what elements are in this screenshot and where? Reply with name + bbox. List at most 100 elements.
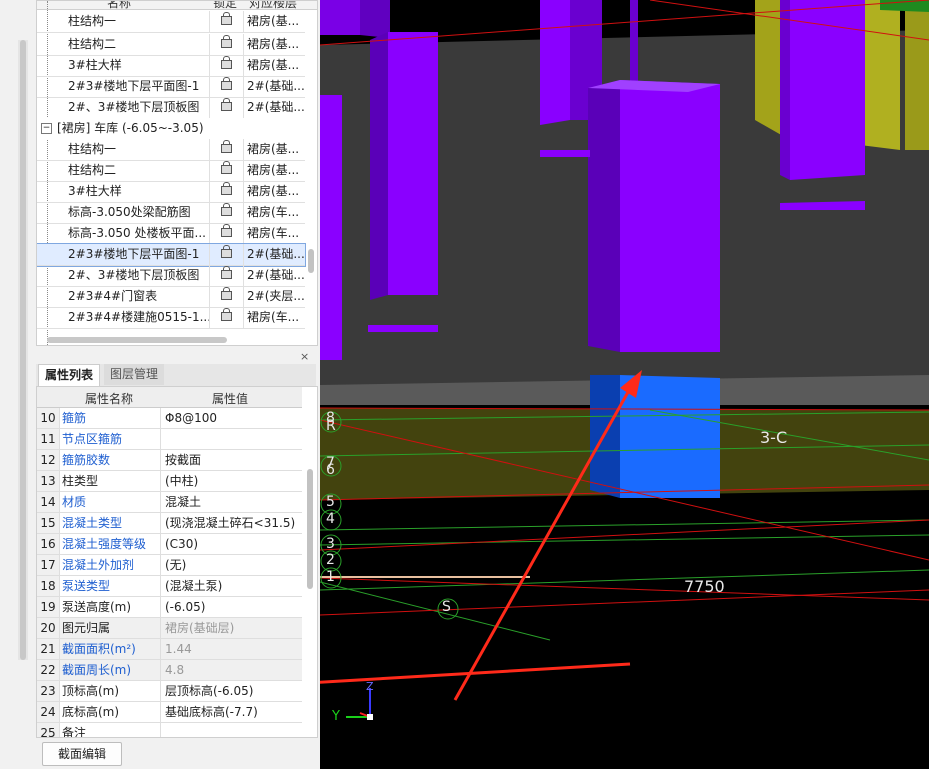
- property-row[interactable]: 23 顶标高(m) 层顶标高(-6.05): [37, 681, 302, 702]
- tab-property-list[interactable]: 属性列表: [38, 364, 101, 386]
- lock-icon[interactable]: [221, 56, 232, 69]
- property-row[interactable]: 22 截面周长(m) 4.8: [37, 660, 302, 681]
- tree-row[interactable]: 2#3#4#楼建施0515-1... 裙房(车...: [37, 307, 305, 329]
- property-scrollbar[interactable]: [305, 409, 315, 729]
- property-name: 截面周长(m): [62, 663, 132, 677]
- property-value[interactable]: (-6.05): [160, 597, 305, 617]
- scene-svg[interactable]: [320, 0, 929, 769]
- property-row[interactable]: 19 泵送高度(m) (-6.05): [37, 597, 302, 618]
- property-row[interactable]: 24 底标高(m) 基础底标高(-7.7): [37, 702, 302, 723]
- property-name: 混凝土强度等级: [62, 537, 147, 551]
- tree-row-name: 标高-3.050 处楼板平面...: [68, 226, 206, 240]
- property-row[interactable]: 18 泵送类型 (混凝土泵): [37, 576, 302, 597]
- property-value[interactable]: (无): [160, 555, 305, 575]
- property-value[interactable]: Φ8@100: [160, 408, 305, 428]
- tree-vscroll-thumb[interactable]: [308, 249, 314, 273]
- tree-row-floor: 裙房(基...: [243, 139, 309, 160]
- property-value[interactable]: (中柱): [160, 471, 305, 491]
- tree-group-label: [裙房] 车库 (-6.05~-3.05): [57, 121, 204, 135]
- column-side: [780, 0, 790, 180]
- tree-row[interactable]: 2#3#4#门窗表 2#(夹层...: [37, 286, 305, 308]
- tree-row-name: 3#柱大样: [68, 184, 122, 198]
- tree-row[interactable]: 柱结构二 裙房(基...: [37, 34, 305, 56]
- tree-row-name: 2#3#4#楼建施0515-1...: [68, 310, 209, 324]
- tree-vertical-scrollbar[interactable]: [307, 9, 315, 329]
- tab-layer-management[interactable]: 图层管理: [104, 364, 165, 385]
- tree-row[interactable]: 2#、3#楼地下层顶板图 2#(基础...: [37, 265, 305, 287]
- property-value[interactable]: 层顶标高(-6.05): [160, 681, 305, 701]
- property-value[interactable]: 混凝土: [160, 492, 305, 512]
- property-value[interactable]: (C30): [160, 534, 305, 554]
- tree-row-selected[interactable]: 2#3#楼地下层平面图-1 2#(基础...: [37, 243, 306, 267]
- property-row-number: 25: [37, 723, 60, 737]
- lock-icon[interactable]: [221, 182, 232, 195]
- tree-row-name: 3#柱大样: [68, 58, 122, 72]
- red-line: [320, 577, 929, 601]
- close-icon[interactable]: ×: [300, 350, 309, 363]
- property-row[interactable]: 15 混凝土类型 (现浇混凝土碎石<31.5): [37, 513, 302, 534]
- lock-icon[interactable]: [221, 98, 232, 111]
- tree-row[interactable]: 2#3#楼地下层平面图-1 2#(基础...: [37, 76, 305, 98]
- property-row-number: 24: [37, 702, 60, 722]
- tree-header-floor: 对应楼层: [249, 0, 298, 10]
- property-row-number: 20: [37, 618, 60, 638]
- lock-icon[interactable]: [221, 161, 232, 174]
- tree-row-floor: 2#(基础...: [243, 244, 309, 265]
- main-column: [620, 80, 720, 352]
- property-value[interactable]: (混凝土泵): [160, 576, 305, 596]
- main-column-side: [588, 80, 620, 352]
- property-value[interactable]: 按截面: [160, 450, 305, 470]
- lock-icon[interactable]: [221, 203, 232, 216]
- lock-icon[interactable]: [221, 287, 232, 300]
- property-name: 混凝土类型: [62, 516, 123, 530]
- tree-row[interactable]: 标高-3.050处梁配筋图 裙房(车...: [37, 202, 305, 224]
- left-scrollbar-thumb[interactable]: [20, 40, 26, 660]
- coord-label-z: Z: [366, 680, 374, 693]
- section-edit-button[interactable]: 截面编辑: [42, 742, 122, 766]
- property-row[interactable]: 12 箍筋胶数 按截面: [37, 450, 302, 471]
- property-value[interactable]: (现浇混凝土碎石<31.5): [160, 513, 305, 533]
- tree-row[interactable]: 柱结构一 裙房(基...: [37, 139, 305, 161]
- lock-icon[interactable]: [221, 245, 232, 258]
- tree-row-floor: 裙房(基...: [243, 34, 309, 55]
- tree-row-floor: 裙房(车...: [243, 202, 309, 223]
- lock-icon[interactable]: [221, 224, 232, 237]
- tree-row-name: 柱结构一: [68, 14, 117, 28]
- tree-group-garage[interactable]: − [裙房] 车库 (-6.05~-3.05): [37, 118, 305, 139]
- lock-icon[interactable]: [221, 266, 232, 279]
- tree-row[interactable]: 3#柱大样 裙房(基...: [37, 55, 305, 77]
- property-row[interactable]: 17 混凝土外加剂 (无): [37, 555, 302, 576]
- 3d-viewport[interactable]: 3-C 7750 S 8 R 7 6 5 4 3 2 1 Y Z: [320, 0, 929, 769]
- lock-icon[interactable]: [221, 308, 232, 321]
- property-row[interactable]: 10 箍筋 Φ8@100: [37, 408, 302, 429]
- property-row-number: 23: [37, 681, 60, 701]
- lock-icon[interactable]: [221, 77, 232, 90]
- tree-row[interactable]: 柱结构一 裙房(基...: [37, 11, 305, 33]
- left-pane: 名称 锁定 对应楼层 柱结构一 裙房(基... 柱结构二 裙房(基... 3#柱…: [0, 0, 320, 769]
- property-row[interactable]: 20 图元归属 裙房(基础层): [37, 618, 302, 639]
- lock-icon[interactable]: [221, 35, 232, 48]
- collapse-icon[interactable]: −: [41, 123, 52, 134]
- property-row[interactable]: 11 节点区箍筋: [37, 429, 302, 450]
- left-scrollbar[interactable]: [18, 40, 28, 660]
- tree-horizontal-scrollbar[interactable]: [47, 337, 227, 343]
- property-scrollbar-thumb[interactable]: [307, 469, 313, 589]
- property-name: 截面面积(m²): [62, 642, 136, 656]
- property-row[interactable]: 16 混凝土强度等级 (C30): [37, 534, 302, 555]
- tree-row[interactable]: 柱结构二 裙房(基...: [37, 160, 305, 182]
- property-value[interactable]: [160, 723, 305, 737]
- property-name: 箍筋: [62, 411, 87, 425]
- tree-row[interactable]: 标高-3.050 处楼板平面... 裙房(车...: [37, 223, 305, 245]
- property-row[interactable]: 25 备注: [37, 723, 305, 737]
- property-value[interactable]: 基础底标高(-7.7): [160, 702, 305, 722]
- property-row[interactable]: 21 截面面积(m²) 1.44: [37, 639, 302, 660]
- property-value[interactable]: [160, 429, 305, 449]
- property-row[interactable]: 13 柱类型 (中柱): [37, 471, 302, 492]
- tree-row[interactable]: 3#柱大样 裙房(基...: [37, 181, 305, 203]
- property-row[interactable]: 14 材质 混凝土: [37, 492, 302, 513]
- axis-label-6: 6: [326, 462, 335, 478]
- lock-icon[interactable]: [221, 140, 232, 153]
- column: [540, 0, 570, 125]
- tree-row[interactable]: 2#、3#楼地下层顶板图 2#(基础...: [37, 97, 305, 119]
- lock-icon[interactable]: [221, 12, 232, 25]
